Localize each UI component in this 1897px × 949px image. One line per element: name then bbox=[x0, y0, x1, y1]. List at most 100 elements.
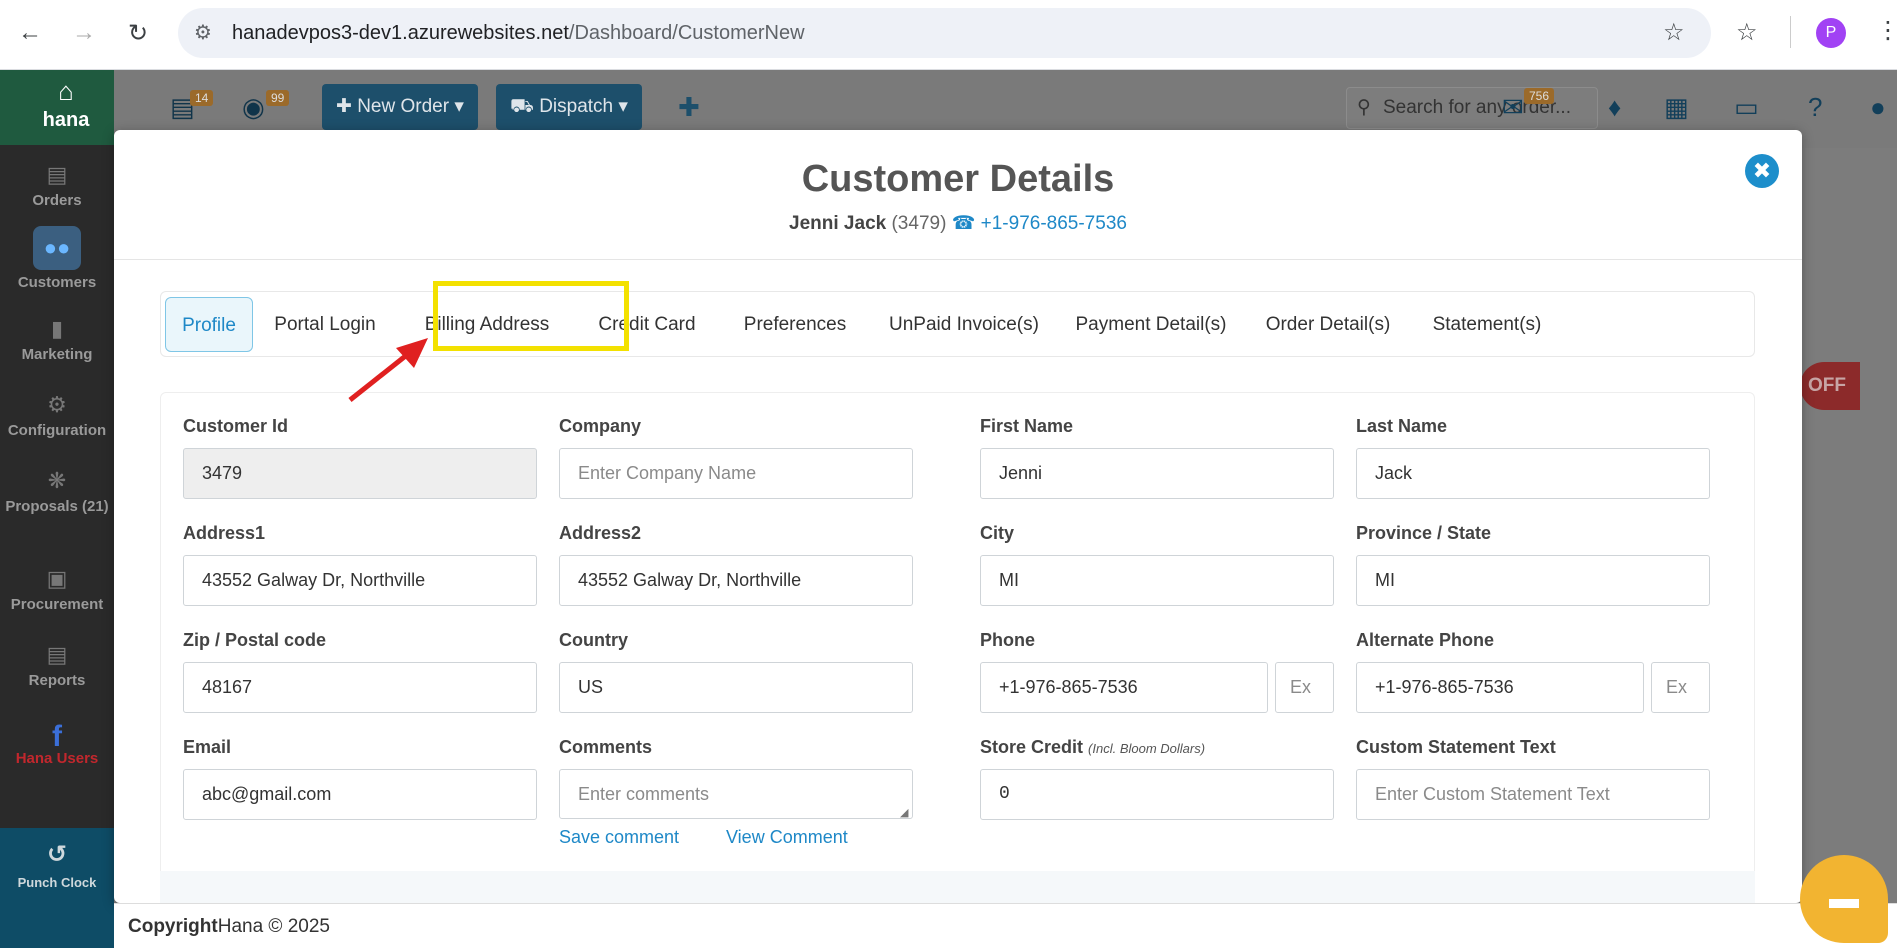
toolbar-divider bbox=[1790, 16, 1791, 48]
tab-profile[interactable]: Profile bbox=[165, 297, 253, 352]
zip-input[interactable]: 48167 bbox=[183, 662, 537, 713]
customer-details-modal: Customer Details Jenni Jack (3479) ☎ +1-… bbox=[114, 130, 1802, 903]
chat-icon[interactable]: ◉ bbox=[242, 92, 265, 123]
brand-home[interactable]: ⌂ hana bbox=[0, 70, 132, 145]
address2-input[interactable]: 43552 Galway Dr, Northville bbox=[559, 555, 913, 606]
sidebar-item-customers[interactable]: ●● Customers bbox=[0, 226, 114, 291]
last-name-label: Last Name bbox=[1356, 416, 1448, 436]
first-name-input[interactable]: Jenni bbox=[980, 448, 1334, 499]
view-comment-link[interactable]: View Comment bbox=[726, 827, 848, 848]
email-input[interactable]: abc@gmail.com bbox=[183, 769, 537, 820]
reload-icon[interactable]: ↻ bbox=[122, 17, 154, 49]
monitor-icon[interactable]: ▭ bbox=[1734, 92, 1759, 123]
forward-icon[interactable]: → bbox=[68, 17, 100, 49]
url-text: hanadevpos3-dev1.azurewebsites.net/Dashb… bbox=[232, 22, 805, 44]
gear-icon: ⚙ bbox=[47, 392, 67, 417]
punch-clock-button[interactable]: ↺ Punch Clock bbox=[0, 828, 114, 948]
alt-phone-ext-input[interactable]: Ex bbox=[1651, 662, 1710, 713]
province-input[interactable]: MI bbox=[1356, 555, 1710, 606]
custom-statement-label: Custom Statement Text bbox=[1356, 737, 1556, 757]
tab-order-details[interactable]: Order Detail(s) bbox=[1249, 297, 1407, 352]
tab-statements[interactable]: Statement(s) bbox=[1413, 297, 1561, 352]
company-input[interactable]: Enter Company Name bbox=[559, 448, 913, 499]
modal-header: Customer Details Jenni Jack (3479) ☎ +1-… bbox=[114, 130, 1802, 260]
customer-summary: Jenni Jack (3479) ☎ +1-976-865-7536 bbox=[114, 212, 1802, 235]
sidebar-item-configuration[interactable]: ⚙ Configuration bbox=[0, 392, 114, 439]
country-input[interactable]: US bbox=[559, 662, 913, 713]
tab-unpaid-invoices[interactable]: UnPaid Invoice(s) bbox=[875, 297, 1053, 352]
chat-widget-button[interactable]: ▬ bbox=[1800, 855, 1888, 943]
procurement-icon: ▣ bbox=[46, 566, 68, 591]
chart-icon: ▮ bbox=[50, 316, 64, 341]
off-toggle-button[interactable]: OFF bbox=[1800, 362, 1860, 410]
comments-label: Comments bbox=[559, 737, 653, 757]
page-footer: CopyrightHana © 2025 bbox=[114, 903, 1897, 948]
custom-statement-input[interactable]: Enter Custom Statement Text bbox=[1356, 769, 1710, 820]
tab-preferences[interactable]: Preferences bbox=[721, 297, 869, 352]
zip-label: Zip / Postal code bbox=[183, 630, 327, 650]
sidebar-item-hana-users[interactable]: f Hana Users bbox=[0, 720, 114, 767]
back-icon[interactable]: ← bbox=[14, 17, 46, 49]
sidebar-item-label: Procurement bbox=[10, 596, 104, 613]
email-label: Email bbox=[183, 737, 232, 757]
customer-id-label: (3479) bbox=[891, 213, 947, 234]
new-order-button[interactable]: ✚ New Order ▾ bbox=[322, 84, 478, 130]
dispatch-button[interactable]: ⛟ Dispatch ▾ bbox=[496, 84, 642, 130]
store-credit-input[interactable]: 0 bbox=[980, 769, 1334, 820]
save-comment-link[interactable]: Save comment bbox=[559, 827, 679, 848]
footer-copyright-bold: Copyright bbox=[128, 916, 218, 937]
phone-ext-input[interactable]: Ex bbox=[1275, 662, 1334, 713]
address1-label: Address1 bbox=[183, 523, 266, 543]
resize-handle-icon[interactable]: ◢ bbox=[900, 806, 908, 819]
phone-icon: ☎ bbox=[951, 213, 976, 234]
first-name-label: First Name bbox=[980, 416, 1074, 436]
customer-id-field: 3479 bbox=[183, 448, 537, 499]
sidebar-item-orders[interactable]: ▤ Orders bbox=[0, 162, 114, 209]
footer-copyright-text: Hana © 2025 bbox=[217, 916, 330, 937]
address1-input[interactable]: 43552 Galway Dr, Northville bbox=[183, 555, 537, 606]
profile-avatar[interactable]: P bbox=[1816, 18, 1846, 48]
plus-icon[interactable]: ✚ bbox=[678, 92, 700, 123]
app-sidebar: ⌂ hana ▤ Orders ●● Customers ▮ Marketing… bbox=[0, 70, 132, 948]
search-icon: ⚲ bbox=[1357, 97, 1371, 118]
address-bar[interactable]: ⚙ hanadevpos3-dev1.azurewebsites.net/Das… bbox=[178, 8, 1711, 58]
orders-icon: ▤ bbox=[46, 162, 68, 187]
alt-phone-input[interactable]: +1-976-865-7536 bbox=[1356, 662, 1644, 713]
bookmark-star-icon[interactable]: ☆ bbox=[1663, 18, 1685, 47]
user-icon[interactable]: ● bbox=[1870, 92, 1886, 123]
tab-payment-details[interactable]: Payment Detail(s) bbox=[1059, 297, 1243, 352]
city-input[interactable]: MI bbox=[980, 555, 1334, 606]
city-label: City bbox=[980, 523, 1015, 543]
orders-count-badge: 14 bbox=[190, 90, 214, 106]
mail-count-badge: 756 bbox=[1524, 88, 1555, 104]
billing-address-highlight bbox=[433, 281, 629, 351]
customer-phone[interactable]: +1-976-865-7536 bbox=[981, 213, 1127, 234]
sidebar-item-procurement[interactable]: ▣ Procurement bbox=[0, 566, 114, 613]
phone-input[interactable]: +1-976-865-7536 bbox=[980, 662, 1268, 713]
bookmarks-icon[interactable]: ☆ bbox=[1736, 18, 1758, 47]
customer-id-label: Customer Id bbox=[183, 416, 289, 436]
company-label: Company bbox=[559, 416, 642, 436]
users-icon: ●● bbox=[33, 226, 81, 270]
close-modal-button[interactable]: ✖ bbox=[1745, 154, 1779, 188]
sidebar-item-marketing[interactable]: ▮ Marketing bbox=[0, 316, 114, 363]
help-icon[interactable]: ? bbox=[1808, 92, 1822, 123]
order-search-input[interactable]: ⚲ Search for any order... bbox=[1346, 87, 1598, 129]
home-icon: ⌂ bbox=[58, 76, 74, 106]
sidebar-item-reports[interactable]: ▤ Reports bbox=[0, 642, 114, 689]
site-info-icon[interactable]: ⚙ bbox=[194, 20, 212, 45]
brand-name: hana bbox=[42, 109, 90, 131]
kebab-menu-icon[interactable]: ⋮ bbox=[1876, 16, 1897, 45]
bell-icon[interactable]: ♦ bbox=[1608, 92, 1621, 123]
country-label: Country bbox=[559, 630, 628, 650]
last-name-input[interactable]: Jack bbox=[1356, 448, 1710, 499]
facebook-icon: f bbox=[52, 720, 62, 753]
proposals-icon: ❋ bbox=[47, 468, 67, 493]
phone-label: Phone bbox=[980, 630, 1036, 650]
address2-label: Address2 bbox=[559, 523, 642, 543]
browser-toolbar: ← → ↻ ⚙ hanadevpos3-dev1.azurewebsites.n… bbox=[0, 0, 1897, 70]
mail-icon[interactable]: ✉ bbox=[1502, 92, 1524, 123]
comments-textarea[interactable]: Enter comments bbox=[559, 769, 913, 819]
sidebar-item-proposals[interactable]: ❋ Proposals (21) bbox=[0, 468, 114, 515]
calendar-icon[interactable]: ▦ bbox=[1664, 92, 1689, 123]
